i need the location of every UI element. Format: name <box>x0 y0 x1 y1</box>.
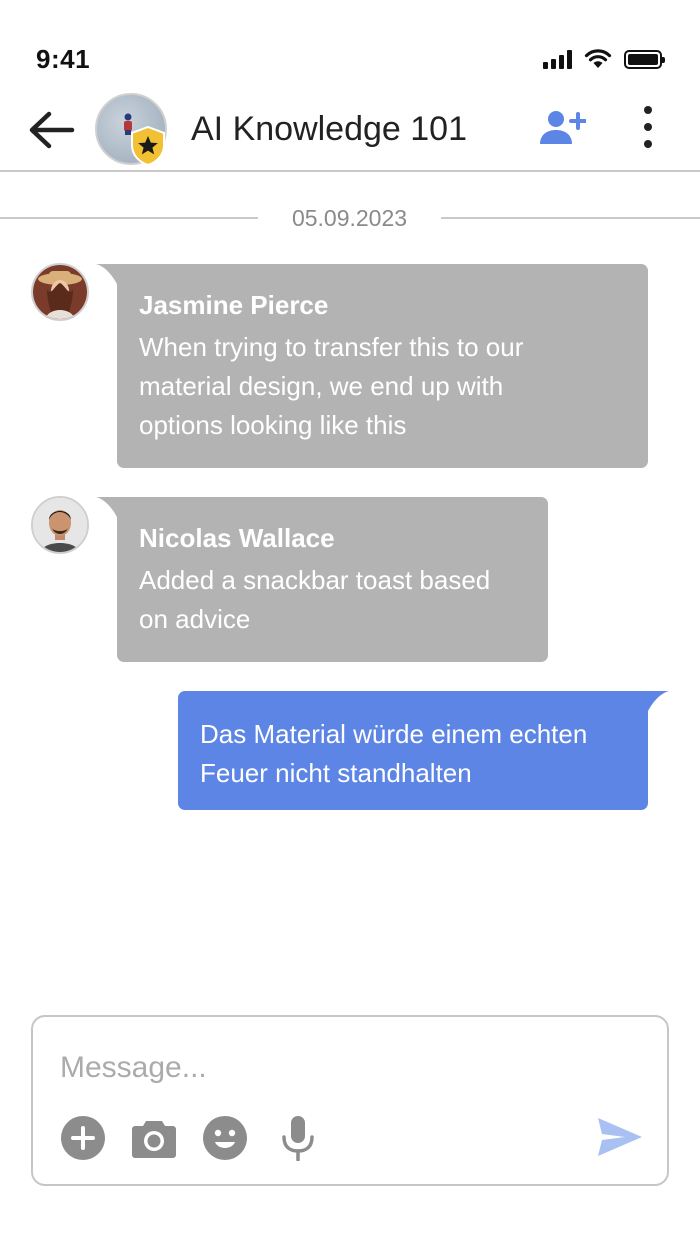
status-bar: 9:41 <box>0 0 700 90</box>
avatar-nicolas-wallace[interactable] <box>31 496 89 554</box>
battery-icon <box>624 49 665 69</box>
message-bubble-outgoing[interactable]: Das Material würde einem echten Feuer ni… <box>178 691 669 810</box>
group-avatar[interactable] <box>95 93 167 167</box>
more-vertical-icon[interactable] <box>638 106 658 154</box>
status-icons <box>543 44 665 74</box>
back-arrow-icon[interactable] <box>26 108 78 152</box>
message-composer <box>31 1015 669 1186</box>
status-time: 9:41 <box>36 44 91 74</box>
message-text: When trying to transfer this to our mate… <box>139 332 524 440</box>
divider <box>441 217 700 219</box>
microphone-icon[interactable] <box>275 1115 321 1161</box>
message-bubble[interactable]: Nicolas Wallace Added a snackbar toast b… <box>96 497 548 662</box>
send-icon[interactable] <box>597 1117 643 1157</box>
bubble-tail <box>96 264 118 286</box>
message-text: Das Material würde einem echten Feuer ni… <box>200 719 588 788</box>
add-user-icon[interactable] <box>538 108 586 148</box>
sender-name: Jasmine Pierce <box>139 290 329 320</box>
chat-title: AI Knowledge 101 <box>191 110 467 148</box>
avatar-portrait <box>33 265 87 319</box>
signal-icon <box>543 49 572 69</box>
date-separator: 05.09.2023 <box>0 205 700 233</box>
admin-star-badge-icon <box>131 125 165 167</box>
avatar-jasmine-pierce[interactable] <box>31 263 89 321</box>
bubble-tail <box>96 497 118 519</box>
message-input[interactable] <box>60 1047 620 1089</box>
add-icon[interactable] <box>60 1115 106 1161</box>
chat-header: AI Knowledge 101 <box>0 90 700 172</box>
sender-name: Nicolas Wallace <box>139 523 335 553</box>
emoji-icon[interactable] <box>202 1115 248 1161</box>
camera-icon[interactable] <box>131 1115 177 1161</box>
divider <box>0 217 258 219</box>
wifi-icon <box>584 49 612 68</box>
avatar-portrait <box>33 498 87 552</box>
message-text: Added a snackbar toast based on advice <box>139 565 491 634</box>
date-label: 05.09.2023 <box>291 205 408 231</box>
message-bubble[interactable]: Jasmine Pierce When trying to transfer t… <box>96 264 648 468</box>
bubble-tail <box>647 691 669 713</box>
